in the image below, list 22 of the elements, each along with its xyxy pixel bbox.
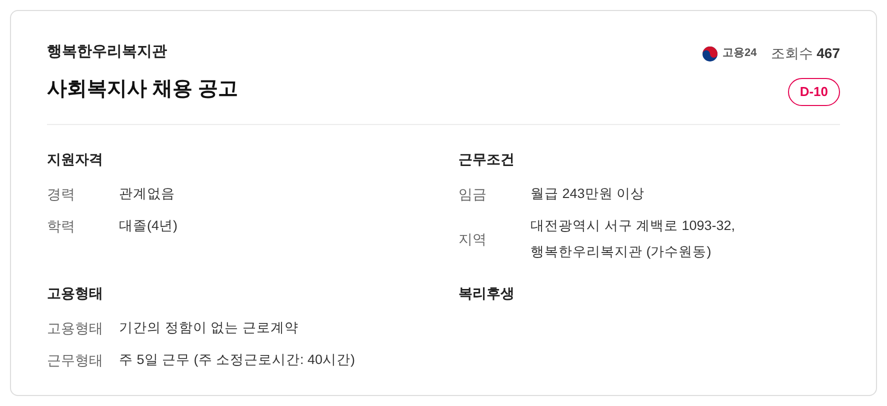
field-label: 지역 (458, 230, 488, 249)
field-value: 관계없음 (119, 185, 176, 203)
emblem-icon (702, 46, 718, 62)
field-value: 대전광역시 서구 계백로 1093-32, 행복한우리복지관 (가수원동) (530, 217, 736, 261)
section-title: 지원자격 (47, 150, 104, 169)
field-value: 주 5일 근무 (주 소정근로시간: 40시간) (119, 351, 356, 369)
section-title: 근무조건 (458, 150, 516, 169)
section-title: 복리후생 (458, 284, 516, 303)
field-value: 기간의 정함이 없는 근로계약 (119, 319, 300, 337)
field-label: 근무형태 (47, 351, 104, 370)
field-label: 학력 (47, 217, 76, 236)
organization-name: 행복한우리복지관 (47, 42, 168, 62)
source-label: 고용24 (722, 46, 757, 62)
field-label: 경력 (47, 185, 76, 204)
job-title: 사회복지사 채용 공고 (47, 77, 238, 102)
field-value: 대졸(4년) (119, 217, 178, 235)
deadline-badge: D-10 (788, 78, 840, 106)
field-label: 고용형태 (47, 319, 104, 338)
field-label: 임금 (458, 185, 488, 204)
field-value: 월급 243만원 이상 (530, 185, 646, 203)
section-title: 고용형태 (47, 284, 104, 303)
views-count: 조회수 467 (770, 44, 840, 63)
